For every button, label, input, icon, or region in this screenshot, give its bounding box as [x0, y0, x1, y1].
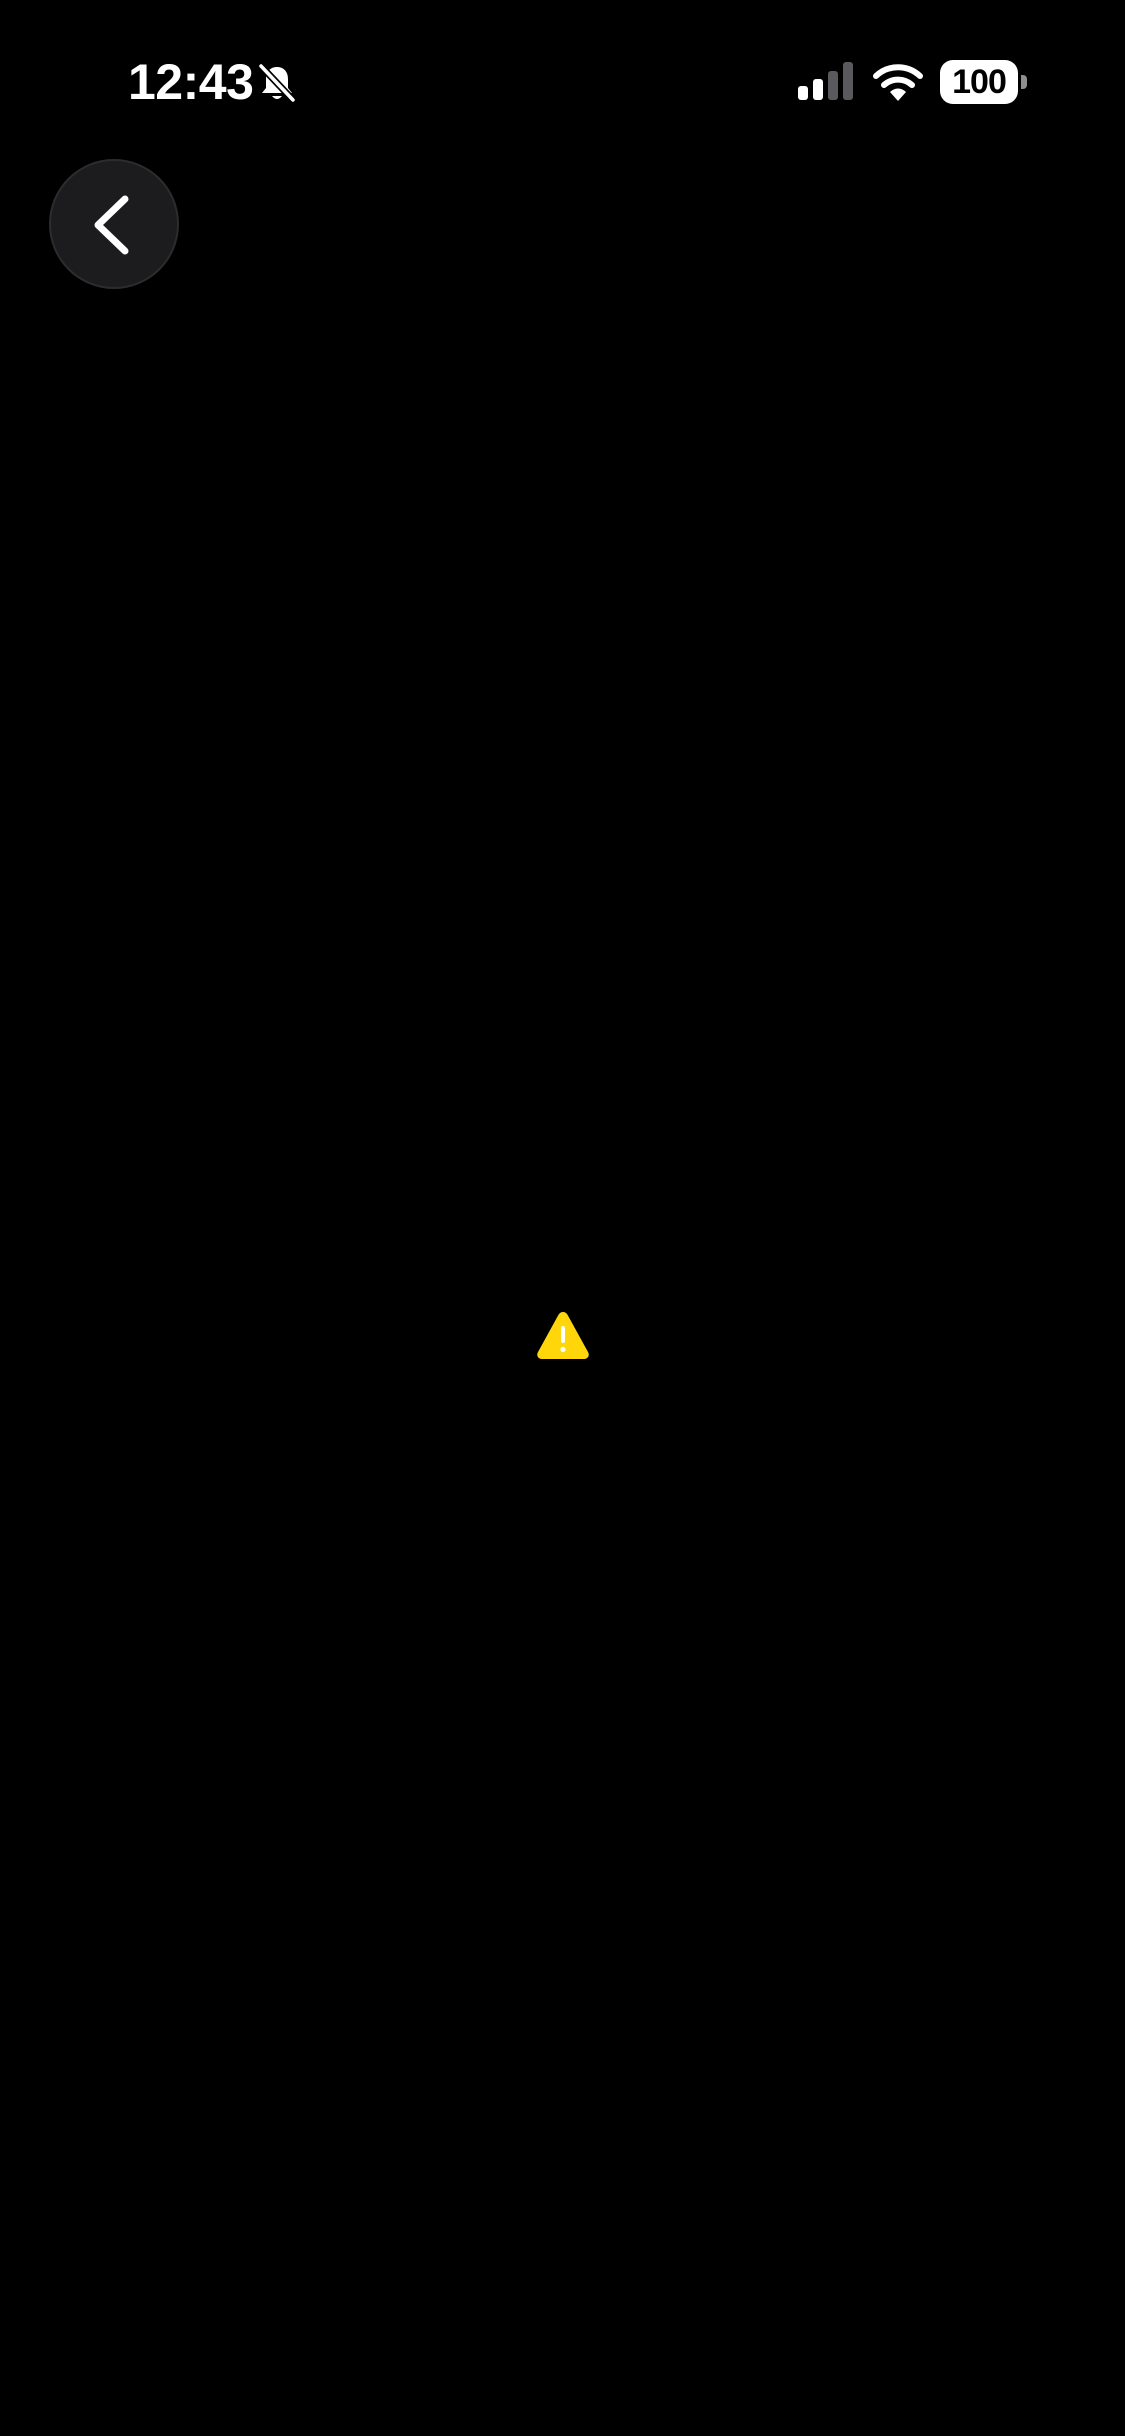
bell-slash-icon [256, 62, 298, 104]
status-bar: 12:43 100 [0, 0, 1125, 150]
warning-triangle-icon [536, 1310, 590, 1360]
battery-level: 100 [952, 63, 1007, 101]
cellular-signal-icon [798, 62, 856, 100]
chevron-left-icon [94, 195, 129, 255]
status-time: 12:43 [128, 54, 254, 110]
battery-tip [1021, 75, 1027, 89]
wifi-icon [873, 62, 923, 102]
screen: 12:43 100 [0, 0, 1125, 2436]
back-button[interactable] [49, 159, 179, 289]
battery-indicator: 100 [940, 60, 1028, 104]
